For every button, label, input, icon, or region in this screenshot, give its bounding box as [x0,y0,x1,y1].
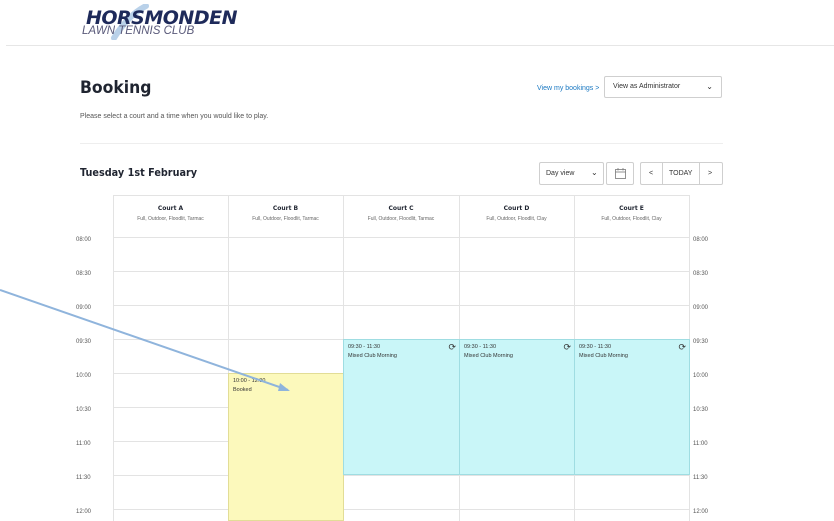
court-name: Court D [503,205,530,212]
booking-event[interactable]: 10:00 - 12:00 Booked [228,373,344,521]
event-time: 09:30 - 11:30 [348,344,381,350]
time-label: 10:00 [76,373,92,379]
time-label: 10:30 [76,407,92,413]
time-label: 12:00 [693,509,709,515]
time-label: 11:30 [76,475,91,481]
club-logo-subtitle: LAWN TENNIS CLUB [82,25,195,37]
club-session-event[interactable]: 09:30 - 11:30 Mixed Club Morning ⟳ [574,339,690,475]
time-label: 11:00 [76,441,91,447]
court-description: Full, Outdoor, Floodlit, Tarmac [252,216,319,222]
event-name: Mixed Club Morning [348,353,397,359]
chevron-down-icon: ⌄ [706,82,713,91]
previous-day-button[interactable]: < [640,162,662,185]
court-name: Court A [157,205,184,212]
event-time: 09:30 - 11:30 [579,344,612,350]
refresh-icon: ⟳ [563,342,571,352]
time-label: 10:00 [693,373,709,379]
court-header-d: Court D Full, Outdoor, Floodlit, Clay [459,195,574,237]
court-name: Court E [619,205,644,212]
next-day-button[interactable]: > [700,162,723,185]
court-description: Full, Outdoor, Floodlit, Tarmac [367,216,435,222]
court-name: Court C [388,205,414,212]
court-header-b: Court B Full, Outdoor, Floodlit, Tarmac [228,195,343,237]
time-label: 09:00 [76,305,92,311]
refresh-icon: ⟳ [678,342,686,352]
court-header-e: Court E Full, Outdoor, Floodlit, Clay [574,195,689,237]
court-header-a: Court A Full, Outdoor, Floodlit, Tarmac [113,195,228,237]
page-description: Please select a court and a time when yo… [80,113,269,120]
court-description: Full, Outdoor, Floodlit, Clay [486,216,547,222]
calendar-grid: Court A Full, Outdoor, Floodlit, Tarmac … [113,195,690,521]
event-name: Mixed Club Morning [579,353,628,359]
event-name: Booked [233,387,252,393]
time-label: 09:30 [76,339,92,345]
view-as-select[interactable]: View as Administrator ⌄ [604,76,722,98]
club-session-event[interactable]: 09:30 - 11:30 Mixed Club Morning ⟳ [343,339,460,475]
chevron-left-icon: < [649,170,654,177]
view-my-bookings-link[interactable]: View my bookings > [537,85,599,92]
refresh-icon: ⟳ [448,342,456,352]
time-label: 08:00 [76,237,92,243]
calendar-icon [615,168,626,179]
day-view-select[interactable]: Day view ⌄ [539,162,604,185]
event-time: 09:30 - 11:30 [464,344,497,350]
court-description: Full, Outdoor, Floodlit, Tarmac [137,216,204,222]
time-label: 08:00 [693,237,709,243]
header-divider [6,45,834,46]
chevron-right-icon: > [708,170,713,177]
event-time: 10:00 - 12:00 [233,378,266,384]
chevron-down-icon: ⌄ [591,168,598,177]
time-label: 11:00 [693,441,708,447]
court-description: Full, Outdoor, Floodlit, Clay [601,216,662,222]
view-as-select-value: View as Administrator [613,83,681,90]
section-divider [80,143,723,144]
time-label: 09:00 [693,305,709,311]
time-label: 09:30 [693,339,709,345]
day-view-select-value: Day view [546,170,575,177]
page-title: Booking [80,78,152,98]
time-label: 11:30 [693,475,708,481]
time-label: 10:30 [693,407,709,413]
club-session-event[interactable]: 09:30 - 11:30 Mixed Club Morning ⟳ [459,339,575,475]
calendar-date-title: Tuesday 1st February [80,166,198,179]
court-name: Court B [272,205,299,212]
date-picker-button[interactable] [606,162,634,185]
time-label: 08:30 [76,271,92,277]
today-button-label: TODAY [669,170,693,177]
event-name: Mixed Club Morning [464,353,513,359]
court-header-c: Court C Full, Outdoor, Floodlit, Tarmac [343,195,459,237]
time-label: 12:00 [76,509,92,515]
time-label: 08:30 [693,271,709,277]
today-button[interactable]: TODAY [662,162,700,185]
